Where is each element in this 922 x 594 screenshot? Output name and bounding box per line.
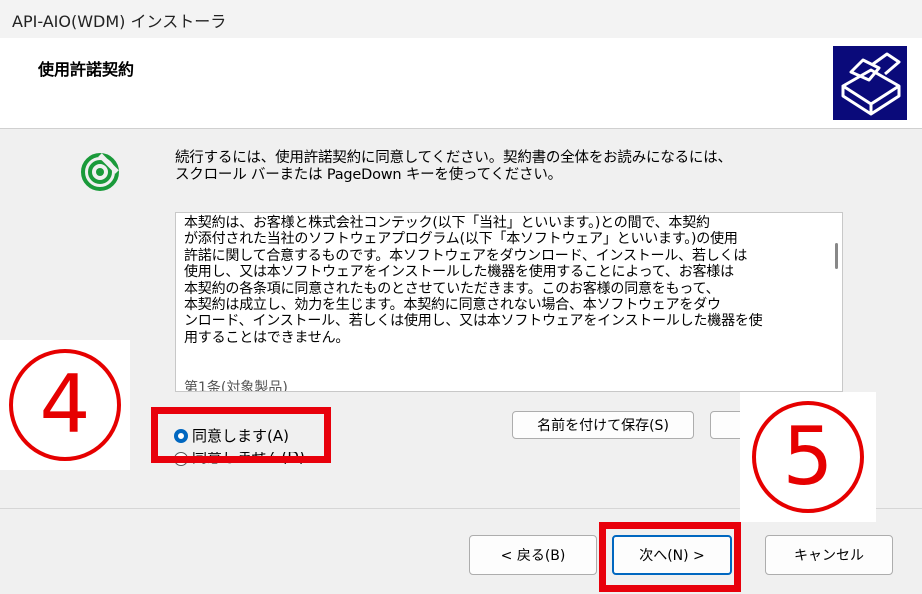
license-agreement-icon — [78, 152, 122, 196]
license-line: 許諾に関して合意するものです。本ソフトウェアをダウンロード、インストール、若しく… — [184, 247, 748, 264]
license-line: 本契約は成立し、効力を生じます。本契約に同意されない場合、本ソフトウェアをダウ — [184, 297, 721, 314]
step5-number: 5 — [752, 401, 864, 513]
license-line: 本契約の各条項に同意されたものとさせていただきます。このお客様の同意をもって、 — [184, 280, 720, 297]
step4-number: 4 — [9, 349, 121, 461]
window-title: API-AIO(WDM) インストーラ — [12, 12, 227, 31]
step5-highlight-box — [599, 522, 741, 592]
step4-callout: 4 — [0, 340, 130, 470]
cancel-button[interactable]: キャンセル — [765, 535, 893, 575]
license-line: 本契約は、お客様と株式会社コンテック(以下「当社」といいます。)との間で、本契約 — [184, 215, 710, 231]
scrollbar-thumb[interactable] — [835, 243, 838, 269]
intro-text: 続行するには、使用許諾契約に同意してください。契約書の全体をお読みになるには、 … — [175, 150, 825, 184]
license-line: が添付された当社のソフトウェアプログラム(以下「本ソフトウェア」といいます。)の… — [184, 231, 738, 248]
license-truncated-line: 第1条(対象製品) — [184, 380, 288, 392]
save-as-button[interactable]: 名前を付けて保存(S) — [512, 411, 694, 439]
page-title: 使用許諾契約 — [38, 60, 135, 79]
step5-callout: 5 — [740, 392, 876, 522]
license-line: ンロード、インストール、若しくは使用し、又は本ソフトウェアをインストールした機器… — [184, 313, 763, 330]
intro-line-1: 続行するには、使用許諾契約に同意してください。契約書の全体をお読みになるには、 — [175, 150, 732, 166]
dialog-header — [0, 38, 922, 129]
back-button[interactable]: < 戻る(B) — [469, 535, 597, 575]
license-text-box[interactable]: 本契約は、お客様と株式会社コンテック(以下「当社」といいます。)との間で、本契約… — [175, 212, 843, 392]
license-line: 用することはできません。 — [184, 329, 350, 346]
installer-box-icon — [833, 46, 907, 120]
license-text: 本契約は、お客様と株式会社コンテック(以下「当社」といいます。)との間で、本契約… — [184, 215, 816, 346]
license-line: 使用し、又は本ソフトウェアをインストールした機器を使用することによって、お客様は — [184, 264, 734, 281]
step4-highlight-box — [151, 407, 331, 463]
intro-line-2: スクロール バーまたは PageDown キーを使ってください。 — [175, 167, 562, 183]
